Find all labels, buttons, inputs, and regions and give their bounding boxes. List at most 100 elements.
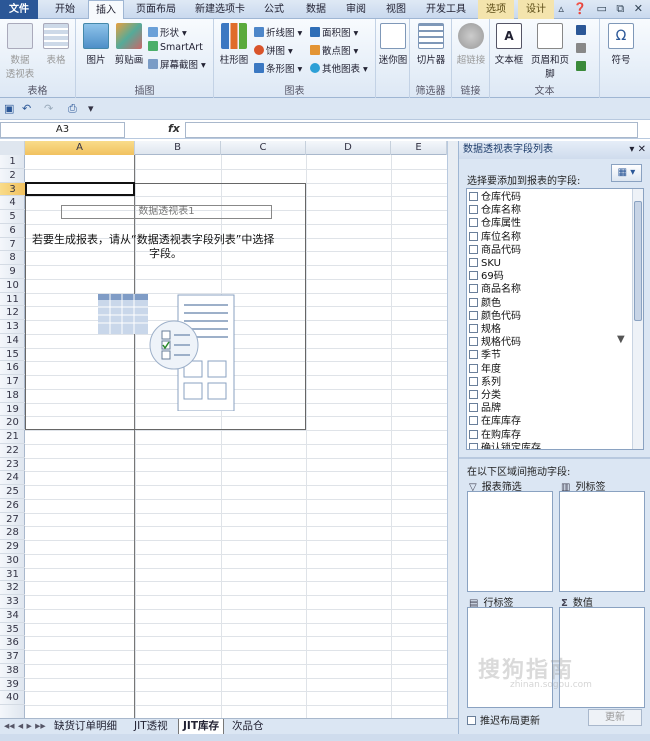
signature-button[interactable] bbox=[576, 43, 588, 55]
field-item[interactable]: 仓库名称 bbox=[469, 204, 521, 217]
update-button[interactable]: 更新 bbox=[588, 709, 642, 726]
column-chart-button[interactable]: 柱形图 bbox=[218, 23, 250, 66]
row-header[interactable]: 19 bbox=[0, 403, 25, 417]
window-controls[interactable]: ▵ ❓ ▭ ⧉ ✕ bbox=[558, 2, 646, 16]
select-all-corner[interactable] bbox=[0, 141, 25, 155]
row-header[interactable]: 32 bbox=[0, 581, 25, 595]
row-header[interactable]: 24 bbox=[0, 471, 25, 485]
tab-new[interactable]: 新建选项卡 bbox=[190, 0, 250, 19]
row-header[interactable]: 25 bbox=[0, 485, 25, 499]
row-header[interactable]: 3 bbox=[0, 182, 25, 197]
field-item[interactable]: 分类 bbox=[469, 389, 501, 402]
row-header[interactable]: 27 bbox=[0, 513, 25, 527]
field-list-scroll-thumb[interactable] bbox=[634, 201, 642, 321]
field-item[interactable]: SKU bbox=[469, 257, 501, 270]
line-chart-button[interactable]: 折线图 ▾ bbox=[254, 25, 302, 39]
row-header[interactable]: 5 bbox=[0, 210, 25, 224]
sheet-tab-jit-pivot[interactable]: JIT透视 bbox=[130, 719, 172, 735]
checkbox-icon[interactable] bbox=[469, 390, 478, 399]
field-item[interactable]: 商品名称 bbox=[469, 283, 521, 296]
checkbox-icon[interactable] bbox=[469, 205, 478, 215]
row-header[interactable]: 10 bbox=[0, 279, 25, 293]
field-item[interactable]: 商品代码 bbox=[469, 244, 521, 257]
checkbox-icon[interactable] bbox=[469, 271, 478, 281]
defer-update-checkbox[interactable]: 推迟布局更新 bbox=[467, 712, 540, 727]
header-footer-button[interactable]: 页眉和页脚 bbox=[528, 23, 572, 80]
row-header[interactable]: 40 bbox=[0, 691, 25, 705]
row-header[interactable]: 30 bbox=[0, 554, 25, 568]
report-filter-area[interactable] bbox=[467, 491, 553, 592]
vertical-scrollbar[interactable] bbox=[447, 141, 458, 718]
field-item[interactable]: 在购库存 bbox=[469, 429, 521, 442]
checkbox-icon[interactable] bbox=[469, 192, 478, 201]
checkbox-icon[interactable] bbox=[469, 231, 478, 241]
row-header[interactable]: 20 bbox=[0, 416, 25, 430]
textbox-button[interactable]: A 文本框 bbox=[492, 23, 526, 66]
row-header[interactable]: 13 bbox=[0, 320, 25, 334]
sparkline-button[interactable]: 迷你图 bbox=[378, 23, 408, 66]
column-header-e[interactable]: E bbox=[391, 141, 447, 155]
checkbox-icon[interactable] bbox=[469, 429, 478, 439]
active-cell-a3[interactable] bbox=[25, 181, 135, 197]
row-header[interactable]: 18 bbox=[0, 389, 25, 403]
tab-developer[interactable]: 开发工具 bbox=[418, 0, 474, 19]
fx-icon[interactable]: fx bbox=[168, 122, 180, 135]
shapes-button[interactable]: 形状 ▾ bbox=[148, 25, 187, 39]
tab-review[interactable]: 审阅 bbox=[338, 0, 374, 19]
tab-insert[interactable]: 插入 bbox=[88, 0, 124, 20]
column-labels-area[interactable] bbox=[559, 491, 645, 592]
slicer-button[interactable]: 切片器 bbox=[413, 23, 449, 66]
formula-input[interactable] bbox=[185, 122, 638, 138]
row-header[interactable]: 37 bbox=[0, 650, 25, 664]
checkbox-icon[interactable] bbox=[469, 218, 478, 228]
row-header[interactable]: 15 bbox=[0, 348, 25, 362]
tab-view[interactable]: 视图 bbox=[378, 0, 414, 19]
pane-close-icon[interactable]: ▾ ✕ bbox=[629, 141, 646, 159]
column-header-b[interactable]: B bbox=[135, 141, 221, 155]
row-header[interactable]: 36 bbox=[0, 636, 25, 650]
column-header-d[interactable]: D bbox=[306, 141, 391, 155]
checkbox-icon[interactable] bbox=[469, 337, 478, 347]
checkbox-icon[interactable] bbox=[469, 258, 478, 267]
pivot-table-placeholder[interactable]: 数据透视表1 若要生成报表，请从“数据透视表字段列表”中选择 字段。 bbox=[25, 182, 306, 430]
row-header[interactable]: 29 bbox=[0, 540, 25, 554]
pie-chart-button[interactable]: 饼图 ▾ bbox=[254, 43, 293, 57]
row-header[interactable]: 11 bbox=[0, 293, 25, 307]
field-item[interactable]: 规格代码 bbox=[469, 336, 521, 349]
column-header-c[interactable]: C bbox=[221, 141, 306, 155]
row-header[interactable]: 16 bbox=[0, 361, 25, 375]
tab-file[interactable]: 文件 bbox=[0, 0, 38, 19]
field-item[interactable]: 品牌 bbox=[469, 402, 501, 415]
tab-page-layout[interactable]: 页面布局 bbox=[128, 0, 184, 19]
save-icon[interactable]: ▣ bbox=[4, 102, 14, 115]
field-item[interactable]: 颜色代码 bbox=[469, 310, 521, 323]
bar-chart-button[interactable]: 条形图 ▾ bbox=[254, 61, 302, 75]
wordart-button[interactable] bbox=[576, 25, 588, 37]
screenshot-button[interactable]: 屏幕截图 ▾ bbox=[148, 57, 206, 71]
row-header[interactable]: 4 bbox=[0, 196, 25, 210]
scatter-chart-button[interactable]: 散点图 ▾ bbox=[310, 43, 358, 57]
field-item[interactable]: 69码 bbox=[469, 270, 504, 283]
checkbox-icon[interactable] bbox=[469, 310, 478, 320]
row-header[interactable]: 6 bbox=[0, 224, 25, 238]
tab-home[interactable]: 开始 bbox=[46, 0, 84, 19]
column-header-a[interactable]: A bbox=[25, 141, 135, 155]
checkbox-icon[interactable] bbox=[469, 244, 478, 254]
row-header[interactable]: 2 bbox=[0, 169, 25, 183]
checkbox-icon[interactable] bbox=[469, 284, 478, 294]
row-header[interactable]: 7 bbox=[0, 238, 25, 252]
sheet-tab-missing-orders[interactable]: 缺货订单明细 bbox=[50, 719, 121, 735]
row-header[interactable]: 21 bbox=[0, 430, 25, 444]
layout-options-button[interactable]: ▦ ▾ bbox=[611, 164, 642, 182]
field-item[interactable]: 仓库属性 bbox=[469, 217, 521, 230]
row-header[interactable]: 33 bbox=[0, 595, 25, 609]
smartart-button[interactable]: SmartArt bbox=[148, 41, 203, 53]
customize-qat-icon[interactable]: ▾ bbox=[88, 102, 94, 115]
area-chart-button[interactable]: 面积图 ▾ bbox=[310, 25, 358, 39]
checkbox-icon[interactable] bbox=[469, 376, 478, 386]
redo-icon[interactable]: ↷ bbox=[44, 102, 53, 115]
row-header[interactable]: 12 bbox=[0, 306, 25, 320]
other-charts-button[interactable]: 其他图表 ▾ bbox=[310, 61, 368, 75]
row-header[interactable]: 38 bbox=[0, 664, 25, 678]
field-list[interactable]: 仓库代码 仓库名称 仓库属性 库位名称 商品代码 SKU 69码 商品名称 颜色 颜色代码 规格 规格… bbox=[466, 188, 644, 450]
